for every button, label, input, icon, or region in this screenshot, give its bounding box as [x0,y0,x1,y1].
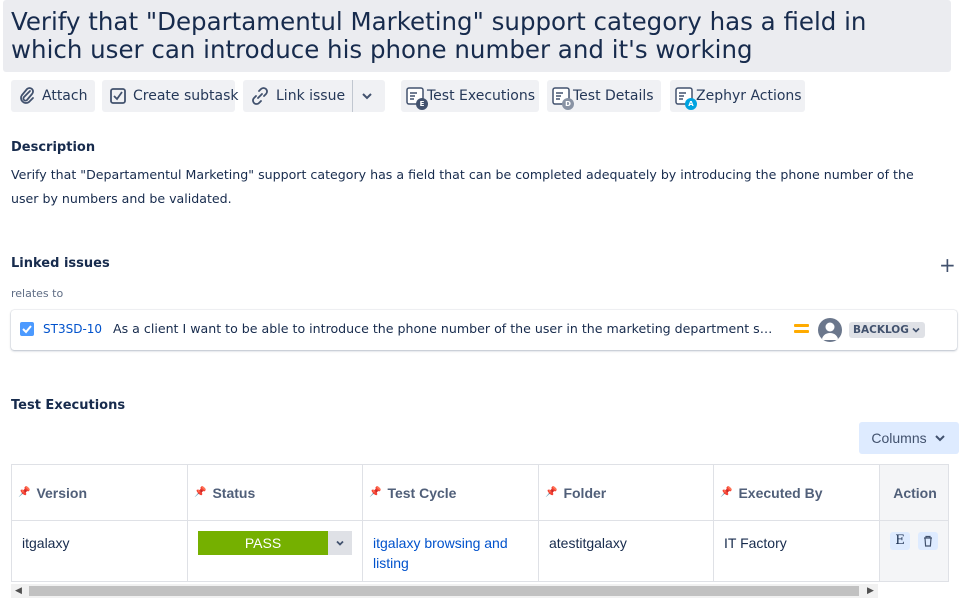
issue-title[interactable]: Verify that "Departamentul Marketing" su… [11,8,943,64]
column-header-executed-by[interactable]: 📌 Executed By [714,465,880,521]
zephyr-actions-label: Zephyr Actions [696,88,802,104]
test-executions-label: Test Executions [427,88,536,104]
create-subtask-label: Create subtask [133,88,239,104]
pin-icon[interactable]: 📌 [18,487,30,498]
linked-issue-status-label: BACKLOG [853,324,909,336]
columns-label: Columns [871,430,927,446]
test-executions-heading: Test Executions [11,398,126,413]
description-text[interactable]: Verify that "Departamentul Marketing" su… [11,163,941,211]
cell-test-cycle[interactable]: itgalaxy browsing and listing [363,521,539,581]
scroll-right-icon[interactable]: ▶ [867,585,874,596]
test-details-icon: D [551,86,574,110]
pin-icon[interactable]: 📌 [194,487,206,498]
chevron-down-icon [934,435,945,442]
test-executions-icon: E [405,86,428,110]
status-dropdown[interactable]: PASS [198,531,352,555]
linked-issue-row[interactable]: ST3SD-10 As a client I want to be able t… [11,310,957,350]
status-pass-badge: PASS [198,531,328,555]
zephyr-actions-button[interactable]: A Zephyr Actions [670,80,805,112]
cell-status: PASS [188,521,363,581]
cell-version: itgalaxy [12,521,188,581]
create-subtask-button[interactable]: Create subtask [102,80,239,112]
linked-issue-key[interactable]: ST3SD-10 [43,322,102,336]
subtask-icon [109,86,127,106]
pin-icon[interactable]: 📌 [720,487,732,498]
toolbar-divider [352,80,353,112]
description-heading: Description [11,140,96,155]
link-issue-dropdown[interactable] [359,88,375,104]
cell-folder: atestitgalaxy [539,521,714,581]
scroll-left-icon[interactable]: ◀ [15,585,22,596]
column-header-test-cycle[interactable]: 📌 Test Cycle [363,465,539,521]
test-details-button[interactable]: D Test Details [547,80,661,112]
test-executions-button[interactable]: E Test Executions [401,80,539,112]
execute-button[interactable]: E [890,532,910,550]
delete-icon[interactable] [918,532,938,550]
zephyr-actions-icon: A [674,86,697,110]
column-header-folder[interactable]: 📌 Folder [539,465,714,521]
attach-label: Attach [42,88,88,104]
horizontal-scrollbar[interactable]: ◀ ▶ [11,584,878,598]
pin-icon[interactable]: 📌 [369,487,381,498]
add-icon[interactable]: + [939,255,956,275]
link-issue-label: Link issue [276,88,346,104]
chevron-down-icon [328,531,352,555]
cell-executed-by: IT Factory [714,521,880,581]
issue-title-container: Verify that "Departamentul Marketing" su… [3,0,951,72]
columns-button[interactable]: Columns [859,422,959,454]
column-header-action: Action [880,465,948,521]
attach-button[interactable]: Attach [11,80,95,112]
column-header-status[interactable]: 📌 Status [188,465,363,521]
link-icon [250,86,270,106]
linked-issues-heading: Linked issues [11,256,110,271]
chevron-down-icon [912,327,920,333]
cell-action: E [880,521,948,581]
relation-label: relates to [11,287,64,300]
column-header-version[interactable]: 📌 Version [12,465,188,521]
checkbox-icon [20,322,34,336]
scrollbar-thumb[interactable] [29,586,859,596]
chevron-down-icon [362,93,372,100]
attach-icon [18,86,36,106]
priority-medium-icon [794,324,809,336]
avatar[interactable] [818,318,842,342]
test-executions-table: 📌 Version 📌 Status 📌 Test Cycle 📌 Folder 📌 Ex… [11,464,949,582]
pin-icon[interactable]: 📌 [545,487,557,498]
test-details-label: Test Details [573,88,654,104]
linked-issue-summary[interactable]: As a client I want to be able to introdu… [113,321,777,336]
linked-issue-status[interactable]: BACKLOG [849,322,925,338]
